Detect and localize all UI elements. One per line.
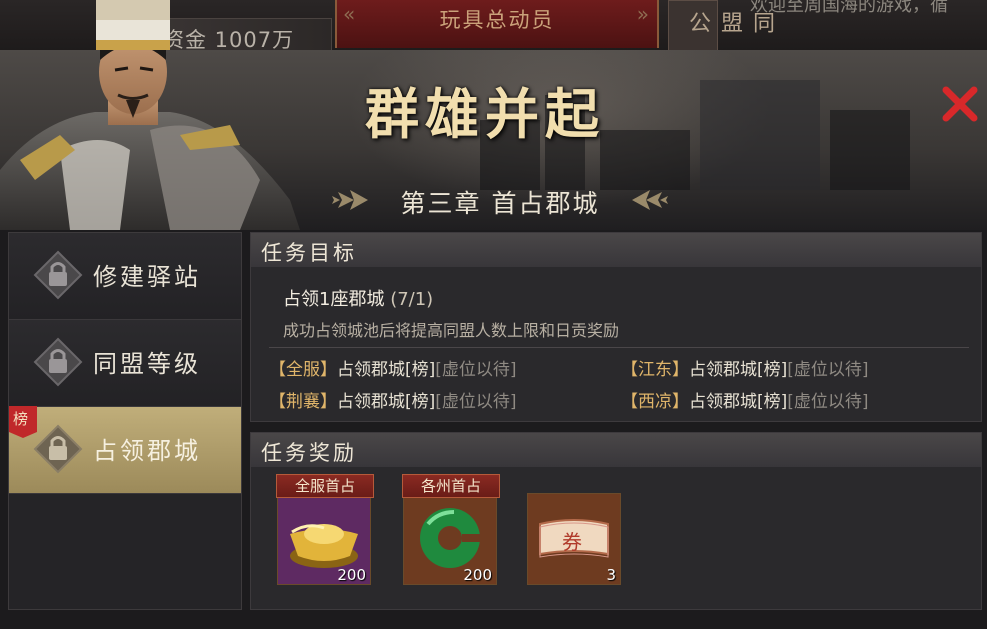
reward-count: 200: [337, 566, 366, 584]
sidebar-item-alliance-level[interactable]: 同盟等级: [9, 320, 241, 407]
lock-icon: [33, 250, 83, 300]
ranking-entry[interactable]: 【江东】占领郡城[榜][虚位以待]: [621, 355, 869, 380]
reward-item-gold[interactable]: 全服首占 200: [276, 474, 374, 585]
objective-progress: (7/1): [390, 289, 434, 310]
lock-icon: [33, 337, 83, 387]
reward-count: 3: [606, 566, 616, 584]
quest-sidebar: 修建驿站 同盟等级 占领郡城: [8, 232, 242, 610]
event-main-title: 群雄并起: [365, 82, 605, 146]
reward-count: 200: [463, 566, 492, 584]
ranking-entry[interactable]: 【西凉】占领郡城[榜][虚位以待]: [621, 387, 869, 412]
objective-header-label: 任务目标: [261, 241, 357, 265]
sidebar-item-capture-city[interactable]: 占领郡城: [9, 407, 241, 494]
general-portrait: [0, 0, 300, 230]
ranking-entry[interactable]: 【全服】占领郡城[榜][虚位以待]: [269, 355, 517, 380]
quest-panel: 群雄并起 第三章 首占郡城 修建驿站 同盟等级 占领郡城 榜 任务目标 占领1座…: [0, 0, 987, 629]
close-icon[interactable]: [938, 82, 982, 126]
event-title: 玩具总动员: [439, 8, 555, 32]
sidebar-item-label: 同盟等级: [93, 350, 201, 378]
marquee-text: 欢迎至周国海的游戏，循: [750, 0, 948, 16]
sidebar-item-label: 占领郡城: [93, 437, 201, 465]
chevron-right-icon[interactable]: »: [637, 2, 649, 26]
event-banner[interactable]: « 玩具总动员 »: [335, 0, 659, 48]
objective-card: 任务目标 占领1座郡城 (7/1) 成功占领城池后将提高同盟人数上限和日贡奖励 …: [250, 232, 982, 422]
reward-item-ticket[interactable]: 券 3: [527, 493, 621, 585]
reward-item-jade[interactable]: 各州首占 200: [402, 474, 500, 585]
ticket-character: 券: [562, 530, 582, 554]
ranking-entry[interactable]: 【荆襄】占领郡城[榜][虚位以待]: [269, 387, 517, 412]
divider: [269, 347, 969, 348]
objective-description: 成功占领城池后将提高同盟人数上限和日贡奖励: [283, 321, 620, 340]
lock-icon: [33, 424, 83, 474]
objective-title: 占领1座郡城 (7/1): [283, 289, 434, 310]
alliance-tab-label: 同盟公: [685, 11, 774, 33]
chapter-title: 第三章 首占郡城: [400, 189, 600, 218]
rewards-header: 任务奖励: [251, 433, 981, 467]
ornament-right-icon: [632, 190, 668, 210]
objective-header: 任务目标: [251, 233, 981, 267]
rewards-header-label: 任务奖励: [261, 441, 357, 465]
rank-badge: 榜: [9, 406, 37, 438]
sidebar-item-station[interactable]: 修建驿站: [9, 233, 241, 320]
alliance-tab[interactable]: 同盟公: [668, 0, 774, 52]
rank-badge-label: 榜: [13, 410, 29, 428]
chapter-heading: 第三章 首占郡城: [330, 180, 670, 220]
sidebar-item-label: 修建驿站: [93, 263, 201, 291]
rewards-card: 任务奖励 全服首占 200 各州首占 200 券 3: [250, 432, 982, 610]
